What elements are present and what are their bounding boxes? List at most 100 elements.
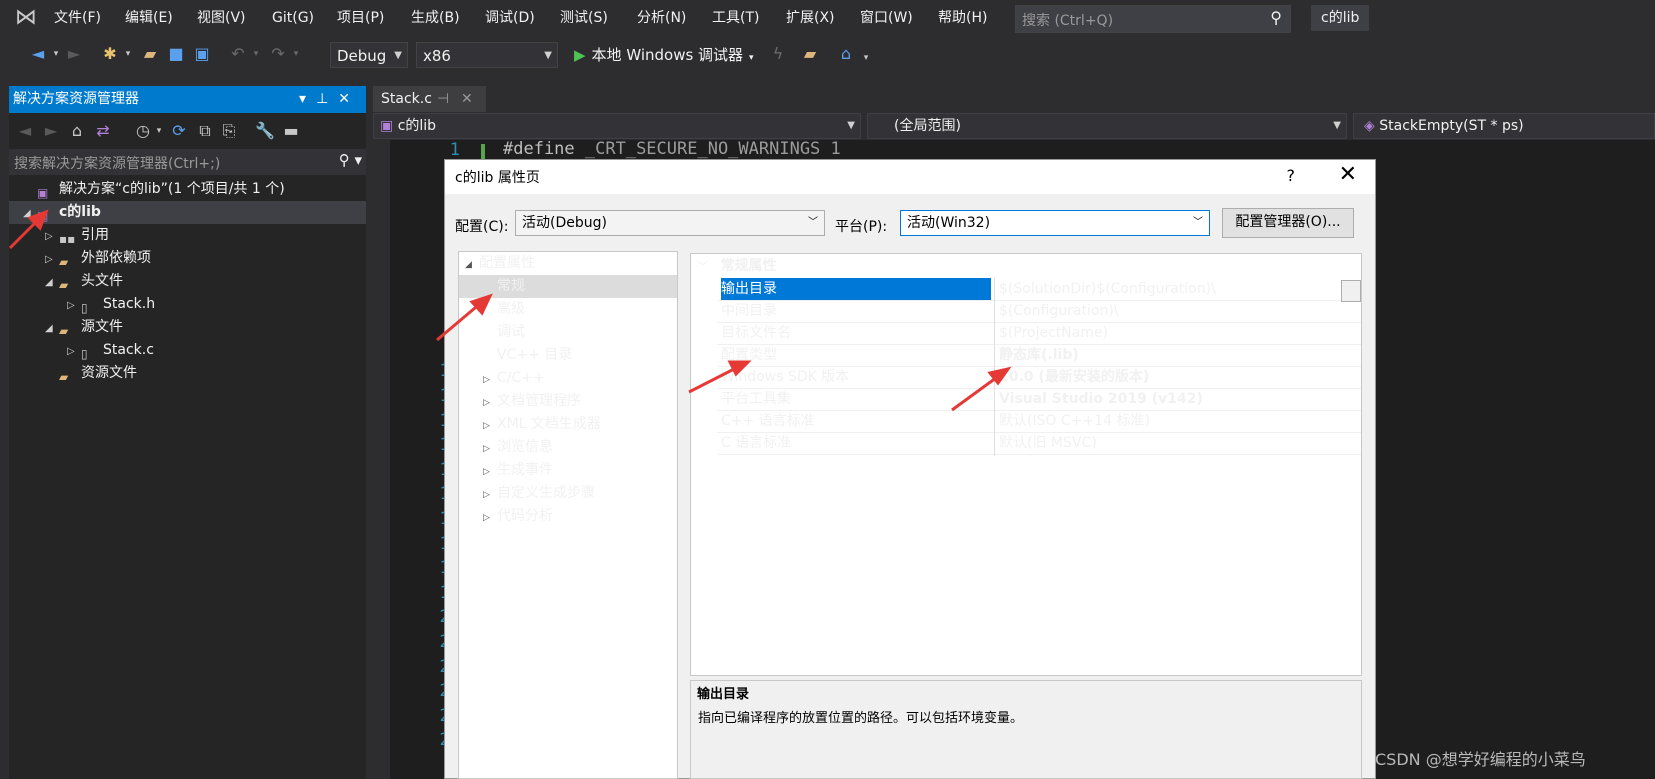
search-icon[interactable]: ⚲ ▾: [339, 151, 362, 169]
property-value[interactable]: $(SolutionDir)$(Configuration)\: [999, 278, 1216, 302]
debug-target-dropdown-icon[interactable]: ▾: [749, 53, 754, 63]
expand-arrow-icon[interactable]: ▷: [483, 392, 497, 415]
property-value[interactable]: 默认(ISO C++14 标准): [999, 410, 1150, 434]
property-category-item[interactable]: ▷ C/C++: [459, 367, 677, 390]
property-row[interactable]: C++ 语言标准 默认(ISO C++14 标准): [717, 410, 1361, 434]
solution-config-select[interactable]: Debug ▼: [330, 42, 408, 68]
property-row[interactable]: 中间目录 $(Configuration)\: [717, 300, 1361, 324]
expand-arrow-icon[interactable]: ▷: [483, 484, 497, 507]
member-nav-select[interactable]: ◈ StackEmpty(ST * ps): [1353, 113, 1655, 139]
expand-arrow-icon[interactable]: ▷: [483, 507, 497, 530]
menu-item[interactable]: 扩展(X): [786, 8, 835, 28]
menu-item[interactable]: 编辑(E): [125, 8, 173, 28]
filter-dropdown-icon[interactable]: ▾: [149, 121, 169, 141]
menu-item[interactable]: 文件(F): [54, 8, 101, 28]
config-select[interactable]: 活动(Debug) ﹀: [515, 210, 825, 236]
forward-icon[interactable]: ►: [64, 44, 84, 64]
property-category-item[interactable]: ▷ 自定义生成步骤: [459, 482, 677, 505]
save-all-icon[interactable]: ▣: [192, 44, 212, 64]
sync-icon[interactable]: ⟳: [169, 121, 189, 141]
property-row[interactable]: 输出目录 $(SolutionDir)$(Configuration)\: [717, 278, 1361, 302]
redo-icon[interactable]: ↷: [268, 44, 288, 64]
property-row[interactable]: 平台工具集 Visual Studio 2019 (v142): [717, 388, 1361, 412]
property-category-item[interactable]: 调试: [459, 321, 677, 344]
property-category-item[interactable]: ▷ 代码分析: [459, 505, 677, 528]
search-input[interactable]: 搜索 (Ctrl+Q) ⚲: [1015, 5, 1291, 33]
platform-select[interactable]: 活动(Win32) ﹀: [900, 210, 1210, 236]
expand-arrow-icon[interactable]: ▷: [45, 225, 59, 248]
solution-explorer-title-bar[interactable]: 解决方案资源管理器 ▾⊥✕: [9, 86, 366, 113]
property-category-item[interactable]: ▷ 生成事件: [459, 459, 677, 482]
visual-studio-logo-icon[interactable]: ⋈: [10, 5, 42, 31]
expand-arrow-icon[interactable]: ◢: [45, 317, 59, 340]
property-row[interactable]: Windows SDK 版本 10.0 (最新安装的版本): [717, 366, 1361, 390]
tree-item[interactable]: ▷ ▯ Stack.c: [9, 339, 366, 362]
property-category-item[interactable]: ▷ 浏览信息: [459, 436, 677, 459]
new-project-icon[interactable]: ✱: [100, 44, 120, 64]
property-category-item[interactable]: VC++ 目录: [459, 344, 677, 367]
solution-search-input[interactable]: 搜索解决方案资源管理器(Ctrl+;) ⚲ ▾: [9, 149, 366, 175]
tree-item[interactable]: ▷ ▪▪ 引用: [9, 224, 366, 247]
property-row[interactable]: 配置类型 静态库(.lib): [717, 344, 1361, 368]
property-value[interactable]: $(Configuration)\: [999, 300, 1119, 324]
property-value[interactable]: Visual Studio 2019 (v142): [999, 388, 1203, 412]
pin-icon[interactable]: ⊥: [316, 91, 338, 107]
configuration-manager-button[interactable]: 配置管理器(O)...: [1222, 208, 1354, 238]
open-folder-icon[interactable]: ▰: [140, 44, 160, 64]
close-tab-icon[interactable]: ✕: [461, 86, 473, 112]
redo-dropdown-icon[interactable]: ▾: [286, 44, 306, 64]
forward-icon[interactable]: ►: [41, 121, 61, 141]
menu-item[interactable]: 窗口(W): [860, 8, 913, 28]
tree-item[interactable]: ◢ ▣ c的lib: [9, 201, 366, 224]
menu-item[interactable]: 测试(S): [560, 8, 608, 28]
property-category-item[interactable]: 高级: [459, 298, 677, 321]
expand-arrow-icon[interactable]: ◢: [23, 202, 37, 225]
tree-item[interactable]: ▷ ▰ 外部依赖项: [9, 247, 366, 270]
expand-arrow-icon[interactable]: ◢: [465, 254, 479, 277]
home-window-icon[interactable]: ⌂: [836, 44, 856, 64]
save-icon[interactable]: ■: [166, 44, 186, 64]
pin-tab-icon[interactable]: ⊣: [437, 86, 449, 112]
solution-platform-select[interactable]: x86 ▼: [416, 42, 558, 68]
expand-arrow-icon[interactable]: ▷: [483, 461, 497, 484]
properties-wrench-icon[interactable]: 🔧: [255, 121, 275, 141]
collapse-section-icon[interactable]: ﹀: [697, 260, 708, 273]
panel-options-icon[interactable]: ▾: [299, 91, 316, 107]
tree-item[interactable]: ▣ 解决方案“c的lib”(1 个项目/共 1 个): [9, 178, 366, 201]
preview-icon[interactable]: ▬: [281, 121, 301, 141]
show-all-files-icon[interactable]: ⎘: [219, 121, 239, 141]
expand-arrow-icon[interactable]: ▷: [67, 340, 81, 363]
menu-item[interactable]: Git(G): [272, 8, 314, 28]
expand-arrow-icon[interactable]: ▷: [483, 415, 497, 438]
close-dialog-icon[interactable]: ✕: [1339, 162, 1357, 187]
undo-dropdown-icon[interactable]: ▾: [246, 44, 266, 64]
menu-item[interactable]: 项目(P): [337, 8, 384, 28]
property-value[interactable]: $(ProjectName): [999, 322, 1108, 346]
expand-arrow-icon[interactable]: ▷: [483, 438, 497, 461]
property-category-item[interactable]: ▷ XML 文档生成器: [459, 413, 677, 436]
property-category-item[interactable]: ◢ 配置属性: [459, 252, 677, 275]
property-value[interactable]: 默认(旧 MSVC): [999, 432, 1097, 456]
back-icon[interactable]: ◄: [28, 44, 48, 64]
menu-item[interactable]: 生成(B): [411, 8, 460, 28]
tree-item[interactable]: ▰ 资源文件: [9, 362, 366, 385]
switch-views-icon[interactable]: ⇄: [93, 121, 113, 141]
property-row[interactable]: C 语言标准 默认(旧 MSVC): [717, 432, 1361, 456]
toolbar-overflow-icon[interactable]: ▾: [856, 48, 876, 68]
search-icon[interactable]: ⚲: [1270, 8, 1282, 27]
menu-item[interactable]: 视图(V): [197, 8, 246, 28]
new-dropdown-icon[interactable]: ▾: [118, 44, 138, 64]
expand-arrow-icon[interactable]: ◢: [45, 271, 59, 294]
help-button[interactable]: ?: [1287, 166, 1296, 185]
start-debugging-button[interactable]: ▶ 本地 Windows 调试器 ▾: [574, 44, 754, 66]
tab-stack-c[interactable]: Stack.c ⊣ ✕: [373, 86, 486, 112]
home-icon[interactable]: ⌂: [67, 121, 87, 141]
tree-item[interactable]: ◢ ▰ 头文件: [9, 270, 366, 293]
property-category-item[interactable]: 常规: [459, 275, 677, 298]
scope-nav-select[interactable]: (全局范围) ▼: [867, 113, 1347, 139]
undo-icon[interactable]: ↶: [228, 44, 248, 64]
project-nav-select[interactable]: ▣ c的lib ▼: [373, 113, 861, 139]
property-value[interactable]: 静态库(.lib): [999, 344, 1079, 368]
property-value[interactable]: 10.0 (最新安装的版本): [999, 366, 1149, 390]
menu-item[interactable]: 帮助(H): [938, 8, 987, 28]
